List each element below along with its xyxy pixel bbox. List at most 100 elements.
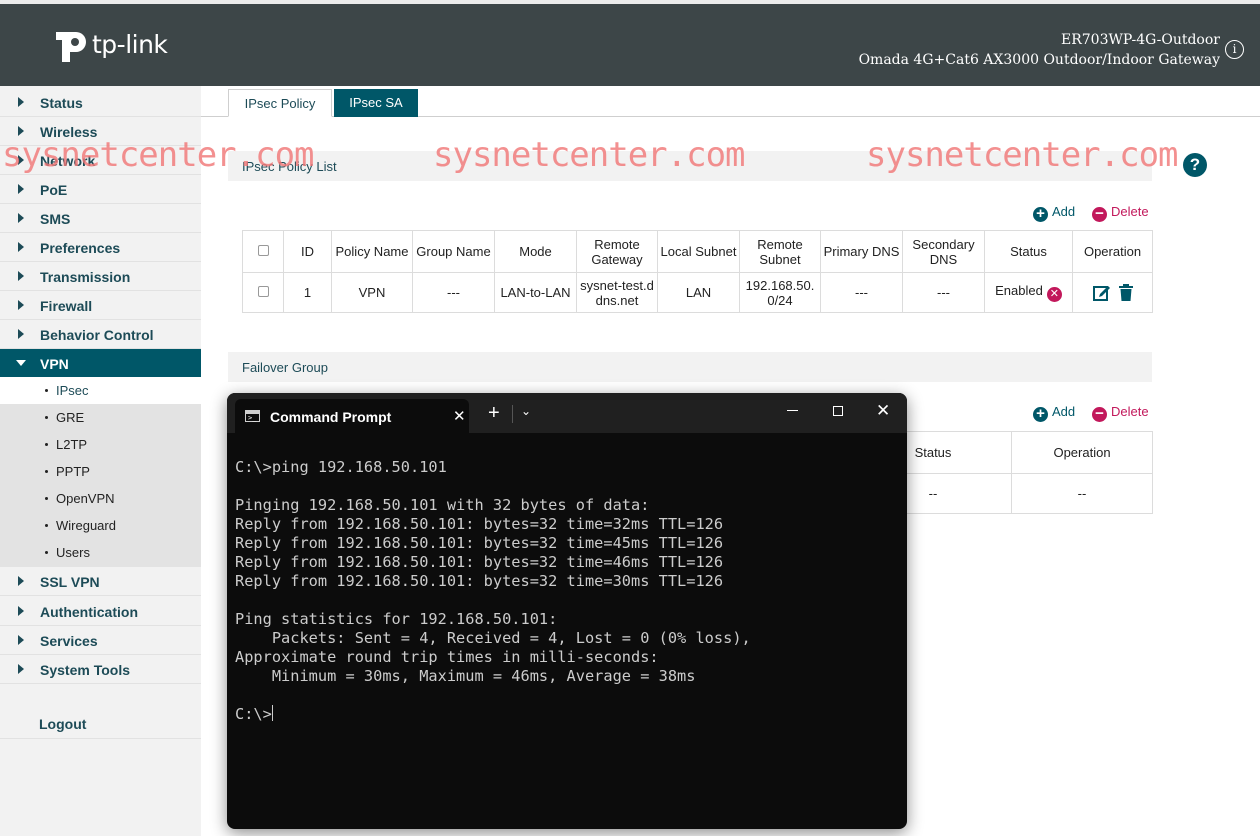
cell-remote-gateway: sysnet-test.ddns.net <box>576 272 658 313</box>
cell-policy-name: VPN <box>331 272 413 313</box>
row-select-cell <box>242 272 284 313</box>
maximize-icon[interactable] <box>833 406 843 416</box>
sidebar-item-vpn[interactable]: VPN <box>0 349 201 378</box>
minus-icon: − <box>1092 406 1107 422</box>
submenu-item-pptp[interactable]: PPTP <box>0 458 201 485</box>
terminal-line: Approximate round trip times in milli-se… <box>235 648 659 666</box>
expand-arrow-icon <box>18 329 24 339</box>
tab-ipsec-sa[interactable]: IPsec SA <box>334 89 418 117</box>
submenu-item-l2tp[interactable]: L2TP <box>0 431 201 458</box>
sidebar-item-poe[interactable]: PoE <box>0 175 201 204</box>
logout-link[interactable]: Logout <box>39 716 86 732</box>
terminal-line: Pinging 192.168.50.101 with 32 bytes of … <box>235 496 650 514</box>
cell-local-subnet: LAN <box>657 272 740 313</box>
sidebar-item-authentication[interactable]: Authentication <box>0 597 201 626</box>
terminal-line: Minimum = 30ms, Maximum = 46ms, Average … <box>235 667 696 685</box>
sidebar-item-status[interactable]: Status <box>0 88 201 117</box>
failover-group-header: Failover Group <box>228 352 1152 382</box>
select-all-checkbox[interactable] <box>257 245 269 256</box>
terminal-output[interactable]: C:\>ping 192.168.50.101 Pinging 192.168.… <box>235 458 899 724</box>
cell-remote-subnet: 192.168.50.0/24 <box>739 272 821 313</box>
close-window-icon[interactable]: ✕ <box>876 402 890 419</box>
sidebar-item-behavior-control[interactable]: Behavior Control <box>0 320 201 349</box>
brand-name: tp-link <box>92 30 168 59</box>
bullet-icon <box>45 470 48 473</box>
sidebar-item-transmission[interactable]: Transmission <box>0 262 201 291</box>
disable-icon[interactable]: ✕ <box>1046 287 1062 302</box>
command-prompt-window[interactable]: >_ Command Prompt ✕ + ⌄ ✕ C:\>ping 192.1… <box>227 393 907 829</box>
model-description: Omada 4G+Cat6 AX3000 Outdoor/Indoor Gate… <box>858 52 1220 68</box>
bullet-icon <box>45 389 48 392</box>
terminal-line: Reply from 192.168.50.101: bytes=32 time… <box>235 515 724 533</box>
terminal-line: Ping statistics for 192.168.50.101: <box>235 610 558 628</box>
status-text: Enabled <box>995 283 1043 298</box>
add-failover-button[interactable]: + Add <box>1033 404 1075 422</box>
terminal-line: Reply from 192.168.50.101: bytes=32 time… <box>235 534 724 552</box>
chevron-down-icon[interactable]: ⌄ <box>521 404 531 418</box>
cell-mode: LAN-to-LAN <box>494 272 577 313</box>
minus-icon: − <box>1092 206 1107 222</box>
plus-icon: + <box>1033 206 1048 222</box>
vpn-submenu: IPsec GRE L2TP PPTP OpenVPN Wireguard Us… <box>0 377 201 567</box>
cell-id: 1 <box>283 272 332 313</box>
cell-secondary-dns: --- <box>902 272 985 313</box>
minimize-icon[interactable] <box>787 410 798 411</box>
column-header: Operation <box>1072 230 1153 273</box>
add-policy-button[interactable]: + Add <box>1033 204 1075 222</box>
tp-link-logo-icon <box>56 32 86 62</box>
terminal-tab[interactable]: >_ Command Prompt ✕ <box>235 399 469 433</box>
expand-arrow-icon <box>18 271 24 281</box>
sidebar-item-services[interactable]: Services <box>0 626 201 655</box>
cell-operation: -- <box>1011 473 1153 514</box>
watermark-text: sysnetcenter.com <box>2 135 315 175</box>
submenu-item-gre[interactable]: GRE <box>0 404 201 431</box>
ipsec-policy-table: ID Policy Name Group Name Mode Remote Ga… <box>242 230 1153 313</box>
expand-arrow-icon <box>18 300 24 310</box>
device-model: ER703WP-4G-Outdoor Omada 4G+Cat6 AX3000 … <box>859 30 1220 70</box>
terminal-line: Reply from 192.168.50.101: bytes=32 time… <box>235 553 724 571</box>
watermark-text: sysnetcenter.com <box>433 135 746 175</box>
submenu-item-wireguard[interactable]: Wireguard <box>0 512 201 539</box>
new-tab-icon[interactable]: + <box>488 403 500 423</box>
terminal-prompt-line[interactable]: C:\> <box>235 705 899 724</box>
column-header: Operation <box>1011 431 1153 474</box>
trash-icon[interactable] <box>1118 284 1133 302</box>
close-tab-icon[interactable]: ✕ <box>453 407 466 425</box>
expand-arrow-icon <box>18 576 24 586</box>
terminal-icon: >_ <box>245 410 260 422</box>
column-header: Status <box>984 230 1073 273</box>
cell-group-name: --- <box>412 272 495 313</box>
bullet-icon <box>45 551 48 554</box>
expand-arrow-icon <box>18 606 24 616</box>
cell-primary-dns: --- <box>820 272 903 313</box>
expand-arrow-icon <box>18 242 24 252</box>
column-header: Mode <box>494 230 577 273</box>
help-icon[interactable]: ? <box>1183 153 1207 177</box>
plus-icon: + <box>1033 406 1048 422</box>
column-header: ID <box>283 230 332 273</box>
section-title: Failover Group <box>242 360 328 375</box>
sidebar-item-sms[interactable]: SMS <box>0 204 201 233</box>
sidebar-item-ssl-vpn[interactable]: SSL VPN <box>0 567 201 596</box>
row-checkbox[interactable] <box>257 286 269 297</box>
edit-icon[interactable] <box>1092 284 1111 302</box>
expand-arrow-icon <box>18 184 24 194</box>
column-header: Remote Gateway <box>576 230 658 273</box>
info-icon[interactable]: i <box>1225 40 1244 59</box>
column-header: Secondary DNS <box>902 230 985 273</box>
delete-failover-button[interactable]: − Delete <box>1092 404 1149 422</box>
submenu-item-ipsec[interactable]: IPsec <box>0 377 201 404</box>
submenu-item-users[interactable]: Users <box>0 539 201 566</box>
collapse-arrow-icon <box>16 360 26 366</box>
sidebar-item-system-tools[interactable]: System Tools <box>0 655 201 684</box>
select-all-cell <box>242 230 284 273</box>
submenu-item-openvpn[interactable]: OpenVPN <box>0 485 201 512</box>
window-titlebar[interactable]: >_ Command Prompt ✕ + ⌄ ✕ <box>227 393 907 433</box>
cell-operation <box>1072 272 1153 313</box>
sidebar-item-preferences[interactable]: Preferences <box>0 233 201 262</box>
tab-ipsec-policy[interactable]: IPsec Policy <box>228 89 332 117</box>
expand-arrow-icon <box>18 664 24 674</box>
sidebar-item-firewall[interactable]: Firewall <box>0 291 201 320</box>
delete-policy-button[interactable]: − Delete <box>1092 204 1149 222</box>
column-header: Policy Name <box>331 230 413 273</box>
